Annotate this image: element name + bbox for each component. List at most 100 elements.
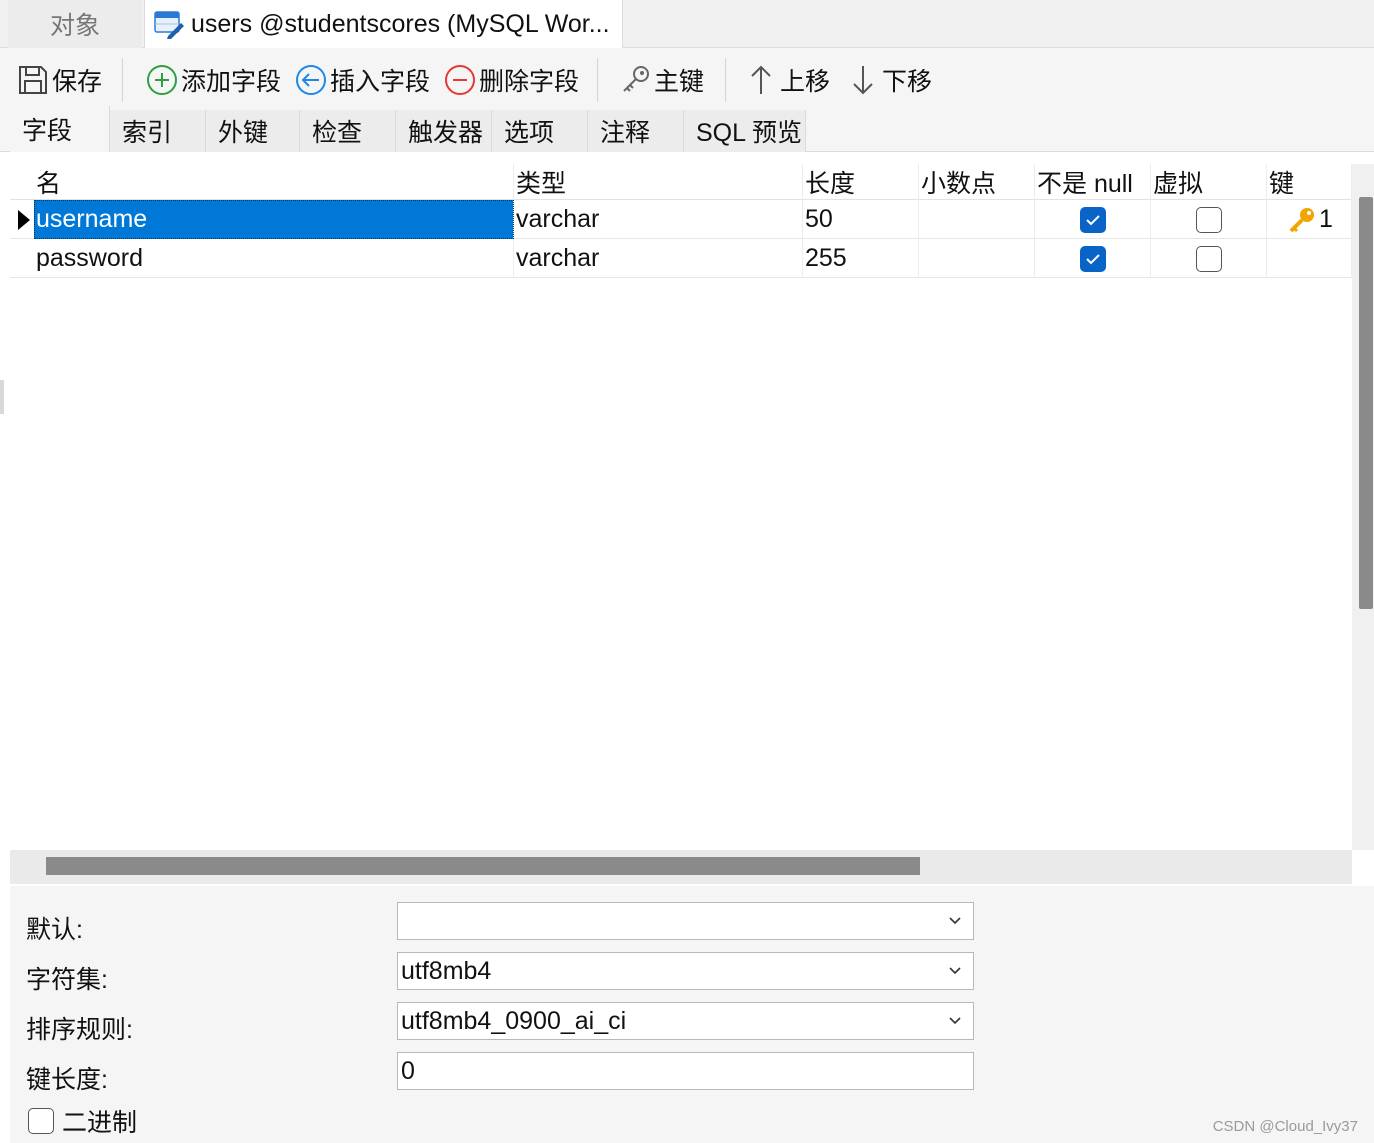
current-row-indicator-icon [18, 210, 30, 230]
chevron-down-icon [949, 967, 961, 975]
table-row[interactable]: username varchar 50 1 [10, 200, 1352, 239]
table-edit-icon [154, 11, 184, 39]
key-length-input[interactable]: 0 [397, 1052, 974, 1090]
tab-indexes[interactable]: 索引 [110, 110, 206, 152]
move-up-button[interactable]: 上移 [744, 60, 830, 100]
move-down-button[interactable]: 下移 [846, 60, 932, 100]
collation-dropdown[interactable]: utf8mb4_0900_ai_ci [397, 1002, 974, 1040]
column-header-decimals[interactable]: 小数点 [919, 164, 1035, 200]
not-null-cell [1035, 200, 1151, 239]
tab-indexes-label: 索引 [122, 119, 173, 147]
field-decimals-cell[interactable] [919, 200, 1035, 239]
add-field-label: 添加字段 [181, 68, 282, 96]
column-header-key[interactable]: 键 [1267, 164, 1352, 200]
tab-objects-label: 对象 [49, 12, 100, 40]
chevron-down-icon [949, 1017, 961, 1025]
tab-checks[interactable]: 检查 [300, 110, 396, 152]
collation-label: 排序规则: [26, 1016, 133, 1044]
column-header-virtual[interactable]: 虚拟 [1151, 164, 1267, 200]
document-tab-bar: 对象 users @studentscores (MySQL Wor... [0, 0, 1374, 48]
delete-field-button[interactable]: 删除字段 [443, 60, 579, 100]
tab-fields[interactable]: 字段 [10, 106, 110, 152]
toolbar: 保存 添加字段 插入字段 删除字段 主键 上移 下移 [0, 48, 1374, 106]
save-button[interactable]: 保存 [16, 60, 102, 100]
save-icon [19, 66, 47, 94]
tab-fields-label: 字段 [22, 117, 73, 145]
binary-checkbox[interactable] [28, 1108, 54, 1134]
tab-table-design-label: users @studentscores (MySQL Wor... [191, 9, 610, 38]
field-properties-panel: 默认: 字符集: utf8mb4 排序规则: utf8mb4_0900_ai_c… [10, 886, 1374, 1143]
toolbar-divider [122, 58, 123, 102]
key-cell[interactable]: 1 [1267, 200, 1352, 239]
virtual-cell [1151, 200, 1267, 239]
key-order: 1 [1319, 205, 1333, 233]
primary-key-icon [1289, 207, 1315, 232]
default-dropdown[interactable] [397, 902, 974, 940]
horizontal-scrollbar-thumb[interactable] [46, 857, 920, 875]
watermark: CSDN @Cloud_Ivy37 [1212, 1118, 1358, 1135]
tab-options[interactable]: 选项 [492, 110, 588, 152]
tab-triggers-label: 触发器 [408, 119, 484, 147]
field-name-cell[interactable]: username [34, 200, 514, 239]
tab-checks-label: 检查 [312, 119, 363, 147]
collation-value: utf8mb4_0900_ai_ci [401, 1006, 627, 1035]
checkmark-icon [1085, 214, 1100, 225]
column-header-type[interactable]: 类型 [514, 164, 803, 200]
splitter-handle[interactable] [0, 380, 4, 414]
tab-objects[interactable]: 对象 [8, 0, 142, 48]
toolbar-divider [725, 58, 726, 102]
charset-dropdown[interactable]: utf8mb4 [397, 952, 974, 990]
arrow-up-icon [751, 65, 771, 94]
tab-triggers[interactable]: 触发器 [396, 110, 492, 152]
toolbar-divider [597, 58, 598, 102]
field-decimals-cell[interactable] [919, 239, 1035, 278]
checkmark-icon [1085, 253, 1100, 264]
minus-circle-icon [445, 65, 475, 95]
tab-comment-label: 注释 [600, 119, 651, 147]
virtual-checkbox[interactable] [1195, 206, 1222, 233]
tab-sql-preview-label: SQL 预览 [696, 119, 803, 147]
not-null-checkbox[interactable] [1079, 206, 1106, 233]
move-up-label: 上移 [780, 68, 831, 96]
field-name-cell[interactable]: password [34, 239, 514, 278]
delete-field-label: 删除字段 [479, 68, 580, 96]
column-header-not-null[interactable]: 不是 null [1035, 164, 1151, 200]
virtual-checkbox[interactable] [1195, 245, 1222, 272]
grid-header: 名 类型 长度 小数点 不是 null 虚拟 键 [10, 164, 1352, 200]
arrow-left-circle-icon [296, 65, 326, 95]
not-null-cell [1035, 239, 1151, 278]
field-length-cell[interactable]: 50 [803, 200, 919, 239]
table-row[interactable]: password varchar 255 [10, 239, 1352, 278]
tab-foreign-keys[interactable]: 外键 [206, 110, 300, 152]
insert-field-button[interactable]: 插入字段 [294, 60, 430, 100]
charset-label: 字符集: [26, 966, 108, 994]
plus-circle-icon [147, 65, 177, 95]
move-down-label: 下移 [882, 68, 933, 96]
fields-grid: 名 类型 长度 小数点 不是 null 虚拟 键 username varcha… [10, 164, 1352, 850]
vertical-scrollbar-thumb[interactable] [1359, 197, 1373, 609]
binary-option[interactable]: 二进制 [28, 1103, 137, 1139]
insert-field-label: 插入字段 [330, 68, 431, 96]
key-cell[interactable] [1267, 239, 1352, 278]
field-type-cell[interactable]: varchar [514, 239, 803, 278]
primary-key-button[interactable]: 主键 [618, 60, 704, 100]
column-header-length[interactable]: 长度 [803, 164, 919, 200]
key-length-label: 键长度: [26, 1066, 108, 1094]
default-label: 默认: [26, 916, 83, 944]
chevron-down-icon [949, 917, 961, 925]
not-null-checkbox[interactable] [1079, 245, 1106, 272]
column-header-name[interactable]: 名 [34, 164, 514, 200]
tab-sql-preview[interactable]: SQL 预览 [684, 110, 806, 152]
tab-comment[interactable]: 注释 [588, 110, 684, 152]
add-field-button[interactable]: 添加字段 [145, 60, 281, 100]
field-type-cell[interactable]: varchar [514, 200, 803, 239]
tab-options-label: 选项 [504, 119, 555, 147]
binary-label: 二进制 [62, 1109, 138, 1137]
arrow-down-icon [853, 66, 873, 95]
field-length-cell[interactable]: 255 [803, 239, 919, 278]
tab-table-design[interactable]: users @studentscores (MySQL Wor... [144, 0, 623, 48]
virtual-cell [1151, 239, 1267, 278]
designer-tabs: 字段 索引 外键 检查 触发器 选项 注释 SQL 预览 [0, 106, 1374, 152]
charset-value: utf8mb4 [401, 956, 492, 985]
primary-key-label: 主键 [654, 68, 705, 96]
